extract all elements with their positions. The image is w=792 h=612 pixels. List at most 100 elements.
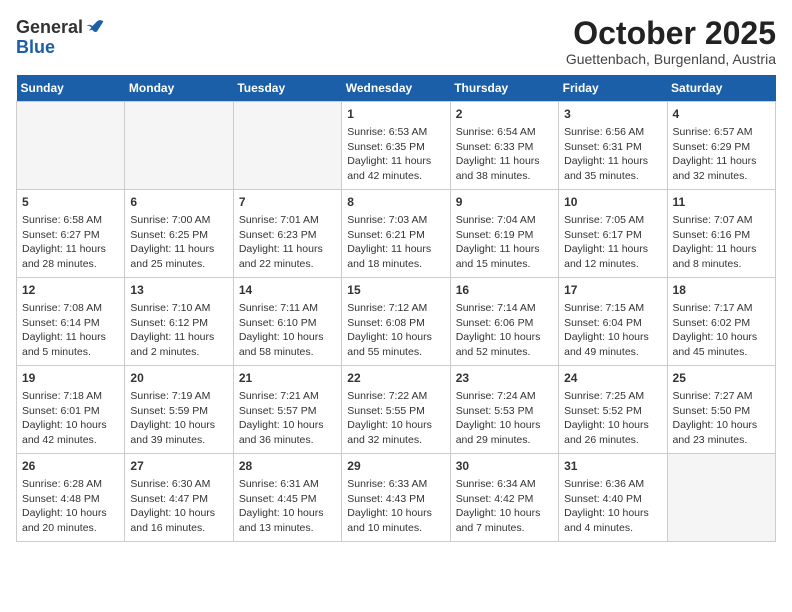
title-area: October 2025 Guettenbach, Burgenland, Au… — [566, 16, 776, 67]
day-info: Sunrise: 7:10 AMSunset: 6:12 PMDaylight:… — [130, 301, 227, 360]
day-header-wednesday: Wednesday — [342, 75, 450, 102]
day-info: Sunrise: 7:07 AMSunset: 6:16 PMDaylight:… — [673, 213, 770, 272]
calendar-cell: 3 Sunrise: 6:56 AMSunset: 6:31 PMDaylight… — [559, 102, 667, 190]
calendar-cell — [233, 102, 341, 190]
day-info: Sunrise: 7:00 AMSunset: 6:25 PMDaylight:… — [130, 213, 227, 272]
day-info: Sunrise: 6:56 AMSunset: 6:31 PMDaylight:… — [564, 125, 661, 184]
day-number: 15 — [347, 282, 444, 299]
day-number: 6 — [130, 194, 227, 211]
day-header-sunday: Sunday — [17, 75, 125, 102]
day-number: 22 — [347, 370, 444, 387]
calendar-cell: 25 Sunrise: 7:27 AMSunset: 5:50 PMDayligh… — [667, 366, 775, 454]
day-info: Sunrise: 7:22 AMSunset: 5:55 PMDaylight:… — [347, 389, 444, 448]
day-info: Sunrise: 7:19 AMSunset: 5:59 PMDaylight:… — [130, 389, 227, 448]
day-number: 1 — [347, 106, 444, 123]
calendar-cell: 14 Sunrise: 7:11 AMSunset: 6:10 PMDayligh… — [233, 278, 341, 366]
day-info: Sunrise: 7:21 AMSunset: 5:57 PMDaylight:… — [239, 389, 336, 448]
day-header-thursday: Thursday — [450, 75, 558, 102]
day-number: 21 — [239, 370, 336, 387]
calendar-cell: 22 Sunrise: 7:22 AMSunset: 5:55 PMDayligh… — [342, 366, 450, 454]
day-info: Sunrise: 7:12 AMSunset: 6:08 PMDaylight:… — [347, 301, 444, 360]
day-number: 20 — [130, 370, 227, 387]
calendar-cell: 30Sunrise: 6:34 AMSunset: 4:42 PMDayligh… — [450, 454, 558, 542]
day-number: 5 — [22, 194, 119, 211]
day-number: 14 — [239, 282, 336, 299]
day-number: 19 — [22, 370, 119, 387]
day-number: 9 — [456, 194, 553, 211]
day-number: 11 — [673, 194, 770, 211]
day-info: Sunrise: 6:54 AMSunset: 6:33 PMDaylight:… — [456, 125, 553, 184]
day-number: 13 — [130, 282, 227, 299]
calendar-cell: 10 Sunrise: 7:05 AMSunset: 6:17 PMDayligh… — [559, 190, 667, 278]
calendar-cell: 29Sunrise: 6:33 AMSunset: 4:43 PMDayligh… — [342, 454, 450, 542]
calendar-cell — [667, 454, 775, 542]
week-row-4: 19 Sunrise: 7:18 AMSunset: 6:01 PMDayligh… — [17, 366, 776, 454]
calendar-cell: 11 Sunrise: 7:07 AMSunset: 6:16 PMDayligh… — [667, 190, 775, 278]
day-info: Sunrise: 7:14 AMSunset: 6:06 PMDaylight:… — [456, 301, 553, 360]
calendar-cell: 19 Sunrise: 7:18 AMSunset: 6:01 PMDayligh… — [17, 366, 125, 454]
calendar-cell: 27 Sunrise: 6:30 AMSunset: 4:47 PMDayligh… — [125, 454, 233, 542]
day-number: 31 — [564, 458, 661, 475]
day-number: 17 — [564, 282, 661, 299]
day-info: Sunrise: 7:03 AMSunset: 6:21 PMDaylight:… — [347, 213, 444, 272]
calendar-cell: 7Sunrise: 7:01 AMSunset: 6:23 PMDaylight… — [233, 190, 341, 278]
day-info: Sunrise: 7:05 AMSunset: 6:17 PMDaylight:… — [564, 213, 661, 272]
logo-bird-icon — [85, 16, 107, 38]
logo-general: General — [16, 18, 83, 36]
day-number: 30 — [456, 458, 553, 475]
day-info: Sunrise: 7:11 AMSunset: 6:10 PMDaylight:… — [239, 301, 336, 360]
day-info: Sunrise: 6:31 AMSunset: 4:45 PMDaylight:… — [239, 477, 336, 536]
day-number: 24 — [564, 370, 661, 387]
day-info: Sunrise: 7:27 AMSunset: 5:50 PMDaylight:… — [673, 389, 770, 448]
calendar-cell — [17, 102, 125, 190]
calendar-title: October 2025 — [566, 16, 776, 51]
day-info: Sunrise: 6:53 AMSunset: 6:35 PMDaylight:… — [347, 125, 444, 184]
calendar-cell: 1 Sunrise: 6:53 AMSunset: 6:35 PMDaylight… — [342, 102, 450, 190]
calendar-cell: 13 Sunrise: 7:10 AMSunset: 6:12 PMDayligh… — [125, 278, 233, 366]
calendar-cell: 4 Sunrise: 6:57 AMSunset: 6:29 PMDaylight… — [667, 102, 775, 190]
day-number: 4 — [673, 106, 770, 123]
week-row-2: 5Sunrise: 6:58 AMSunset: 6:27 PMDaylight… — [17, 190, 776, 278]
logo-blue: Blue — [16, 37, 55, 57]
calendar-cell: 6 Sunrise: 7:00 AMSunset: 6:25 PMDaylight… — [125, 190, 233, 278]
day-info: Sunrise: 6:28 AMSunset: 4:48 PMDaylight:… — [22, 477, 119, 536]
day-info: Sunrise: 7:04 AMSunset: 6:19 PMDaylight:… — [456, 213, 553, 272]
day-number: 8 — [347, 194, 444, 211]
day-info: Sunrise: 7:18 AMSunset: 6:01 PMDaylight:… — [22, 389, 119, 448]
logo: General Blue — [16, 16, 107, 58]
calendar-cell: 20 Sunrise: 7:19 AMSunset: 5:59 PMDayligh… — [125, 366, 233, 454]
day-number: 18 — [673, 282, 770, 299]
calendar-subtitle: Guettenbach, Burgenland, Austria — [566, 51, 776, 67]
day-number: 3 — [564, 106, 661, 123]
day-number: 2 — [456, 106, 553, 123]
calendar-cell: 15 Sunrise: 7:12 AMSunset: 6:08 PMDayligh… — [342, 278, 450, 366]
calendar-cell — [125, 102, 233, 190]
calendar-cell: 5Sunrise: 6:58 AMSunset: 6:27 PMDaylight… — [17, 190, 125, 278]
calendar-cell: 26 Sunrise: 6:28 AMSunset: 4:48 PMDayligh… — [17, 454, 125, 542]
day-number: 29 — [347, 458, 444, 475]
day-info: Sunrise: 6:30 AMSunset: 4:47 PMDaylight:… — [130, 477, 227, 536]
day-number: 27 — [130, 458, 227, 475]
day-info: Sunrise: 6:57 AMSunset: 6:29 PMDaylight:… — [673, 125, 770, 184]
header: General Blue October 2025 Guettenbach, B… — [16, 16, 776, 67]
day-info: Sunrise: 7:08 AMSunset: 6:14 PMDaylight:… — [22, 301, 119, 360]
calendar-cell: 9 Sunrise: 7:04 AMSunset: 6:19 PMDaylight… — [450, 190, 558, 278]
day-info: Sunrise: 7:15 AMSunset: 6:04 PMDaylight:… — [564, 301, 661, 360]
calendar-cell: 21 Sunrise: 7:21 AMSunset: 5:57 PMDayligh… — [233, 366, 341, 454]
calendar-cell: 8 Sunrise: 7:03 AMSunset: 6:21 PMDaylight… — [342, 190, 450, 278]
calendar-cell: 17 Sunrise: 7:15 AMSunset: 6:04 PMDayligh… — [559, 278, 667, 366]
day-number: 26 — [22, 458, 119, 475]
day-number: 28 — [239, 458, 336, 475]
day-number: 23 — [456, 370, 553, 387]
calendar-cell: 18Sunrise: 7:17 AMSunset: 6:02 PMDayligh… — [667, 278, 775, 366]
calendar-cell: 2 Sunrise: 6:54 AMSunset: 6:33 PMDaylight… — [450, 102, 558, 190]
day-header-tuesday: Tuesday — [233, 75, 341, 102]
calendar-table: SundayMondayTuesdayWednesdayThursdayFrid… — [16, 75, 776, 542]
day-info: Sunrise: 7:24 AMSunset: 5:53 PMDaylight:… — [456, 389, 553, 448]
day-info: Sunrise: 6:36 AMSunset: 4:40 PMDaylight:… — [564, 477, 661, 536]
day-headers-row: SundayMondayTuesdayWednesdayThursdayFrid… — [17, 75, 776, 102]
day-number: 25 — [673, 370, 770, 387]
day-header-saturday: Saturday — [667, 75, 775, 102]
day-number: 10 — [564, 194, 661, 211]
day-number: 16 — [456, 282, 553, 299]
